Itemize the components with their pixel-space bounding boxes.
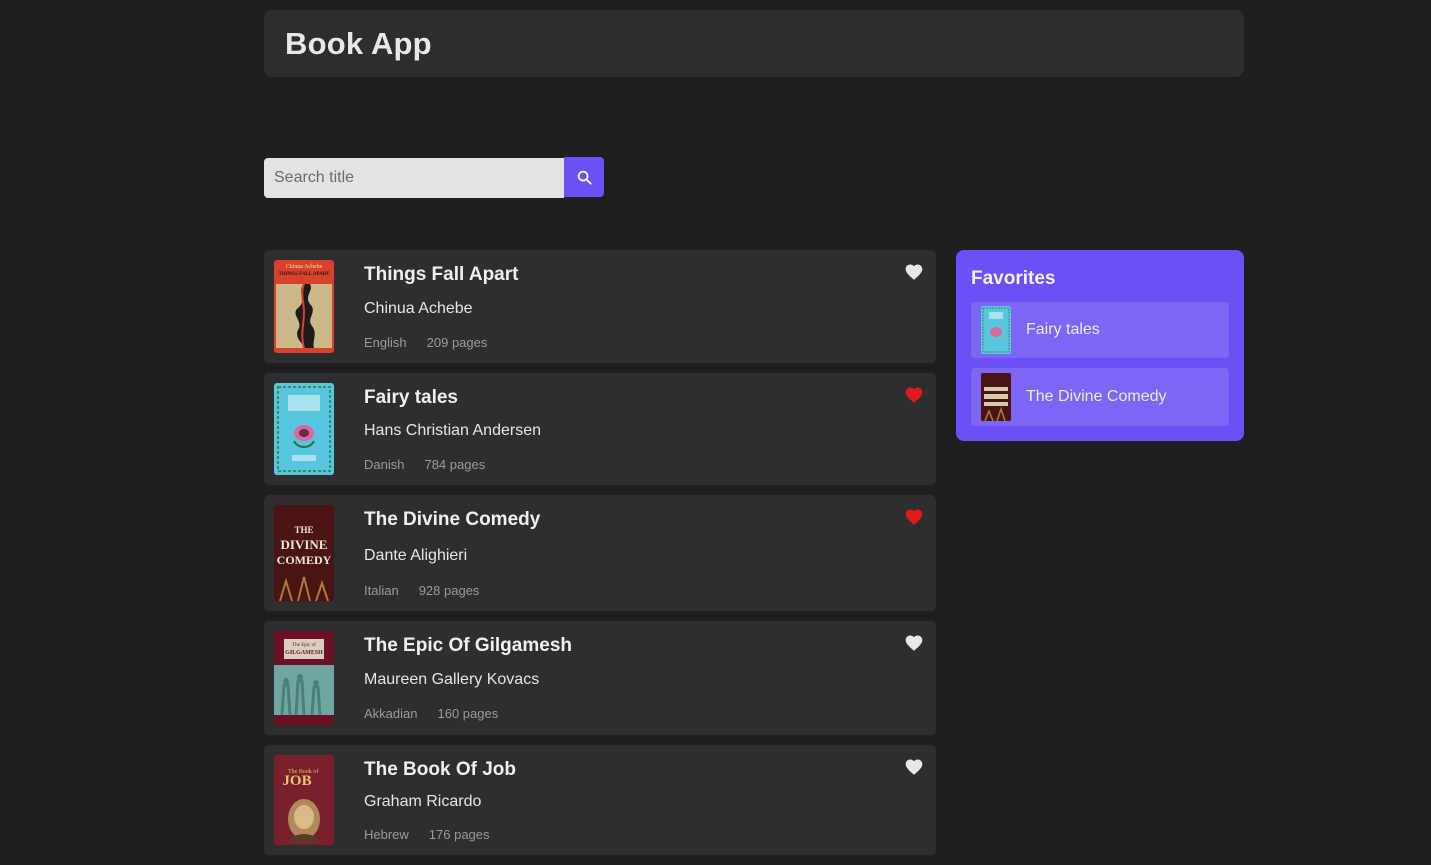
book-pages: 928 pages [418, 583, 480, 598]
search-bar [264, 157, 604, 198]
cover-text: GILGAMESH [285, 650, 323, 656]
cover-label-plate [284, 639, 324, 659]
cover-art [288, 799, 320, 843]
book-info: Fairy tales Hans Christian Andersen Dani… [364, 383, 541, 475]
cover-text: The Epic of [292, 643, 316, 648]
book-info: The Epic Of Gilgamesh Maureen Gallery Ko… [364, 631, 572, 725]
book-title: The Divine Comedy [364, 509, 541, 530]
book-info: Things Fall Apart Chinua Achebe English … [364, 260, 518, 353]
favorites-title: Favorites [971, 268, 1056, 289]
book-meta: Akkadian 160 pages [364, 706, 572, 721]
app-header: Book App [264, 10, 1244, 77]
book-card[interactable]: THE DIVINE COMEDY The Divine Comedy Dant… [264, 495, 936, 611]
cover-text: JOB [282, 773, 312, 789]
favorite-item[interactable]: The Divine Comedy [971, 368, 1229, 426]
book-pages: 784 pages [424, 457, 486, 472]
favorite-label: Fairy tales [1026, 321, 1100, 338]
book-language: Akkadian [364, 706, 418, 721]
heart-icon[interactable] [904, 507, 924, 527]
heart-icon[interactable] [904, 262, 924, 282]
book-author: Maureen Gallery Kovacs [364, 671, 540, 688]
cover-art [277, 386, 331, 472]
book-title: Fairy tales [364, 387, 458, 408]
book-card[interactable]: Fairy tales Hans Christian Andersen Dani… [264, 373, 936, 485]
book-meta: Italian 928 pages [364, 583, 540, 598]
book-pages: 176 pages [428, 827, 490, 842]
heart-icon[interactable] [904, 757, 924, 777]
favorite-item[interactable]: Fairy tales [971, 302, 1229, 358]
book-cover: Chinua Achebe THINGS FALL APART [274, 260, 334, 353]
book-title: The Epic Of Gilgamesh [364, 635, 572, 656]
book-title: The Book Of Job [364, 759, 516, 780]
favorites-panel: Favorites Fairy tales The Divine Comedy [956, 250, 1244, 441]
book-card[interactable]: Chinua Achebe THINGS FALL APART Things F… [264, 250, 936, 363]
favorite-thumbnail [981, 373, 1011, 421]
book-info: The Divine Comedy Dante Alighieri Italia… [364, 505, 540, 601]
search-button[interactable] [564, 157, 604, 197]
favorite-label: The Divine Comedy [1026, 388, 1167, 405]
cover-art [276, 283, 332, 349]
book-info: The Book Of Job Graham Ricardo Hebrew 17… [364, 755, 516, 845]
cover-text: THE [294, 525, 314, 535]
cover-text: Chinua Achebe [285, 264, 323, 270]
book-language: Hebrew [364, 827, 409, 842]
book-cover: THE DIVINE COMEDY [274, 505, 334, 601]
cover-art [279, 576, 329, 601]
book-list: Chinua Achebe THINGS FALL APART Things F… [264, 250, 936, 865]
cover-art [274, 665, 334, 716]
heart-icon[interactable] [904, 633, 924, 653]
cover-text: COMEDY [276, 553, 332, 567]
book-pages: 209 pages [426, 335, 488, 350]
page-title: Book App [285, 25, 432, 61]
app-container: Book App Chinua Achebe THINGS FALL APART [264, 10, 1244, 855]
book-meta: Danish 784 pages [364, 457, 541, 472]
heart-icon[interactable] [904, 385, 924, 405]
book-cover [274, 383, 334, 475]
book-meta: English 209 pages [364, 335, 518, 350]
book-language: Danish [364, 457, 405, 472]
book-card[interactable]: The Epic of GILGAMESH The Epic Of Gilgam… [264, 621, 936, 735]
book-language: English [364, 335, 407, 350]
book-author: Chinua Achebe [364, 300, 473, 317]
cover-text: THINGS FALL APART [278, 272, 330, 277]
cover-text: DIVINE [280, 537, 328, 552]
book-pages: 160 pages [437, 706, 499, 721]
book-language: Italian [364, 583, 399, 598]
search-input[interactable] [264, 158, 564, 198]
book-card[interactable]: The Book of JOB The Book Of Job Graham R… [264, 745, 936, 855]
favorite-thumbnail [981, 306, 1011, 354]
book-author: Hans Christian Andersen [364, 422, 541, 439]
book-author: Dante Alighieri [364, 547, 468, 564]
book-title: Things Fall Apart [364, 264, 519, 285]
book-author: Graham Ricardo [364, 793, 482, 810]
book-meta: Hebrew 176 pages [364, 827, 516, 842]
search-icon [577, 170, 592, 185]
book-cover: The Book of JOB [274, 755, 334, 845]
book-cover: The Epic of GILGAMESH [274, 631, 334, 725]
